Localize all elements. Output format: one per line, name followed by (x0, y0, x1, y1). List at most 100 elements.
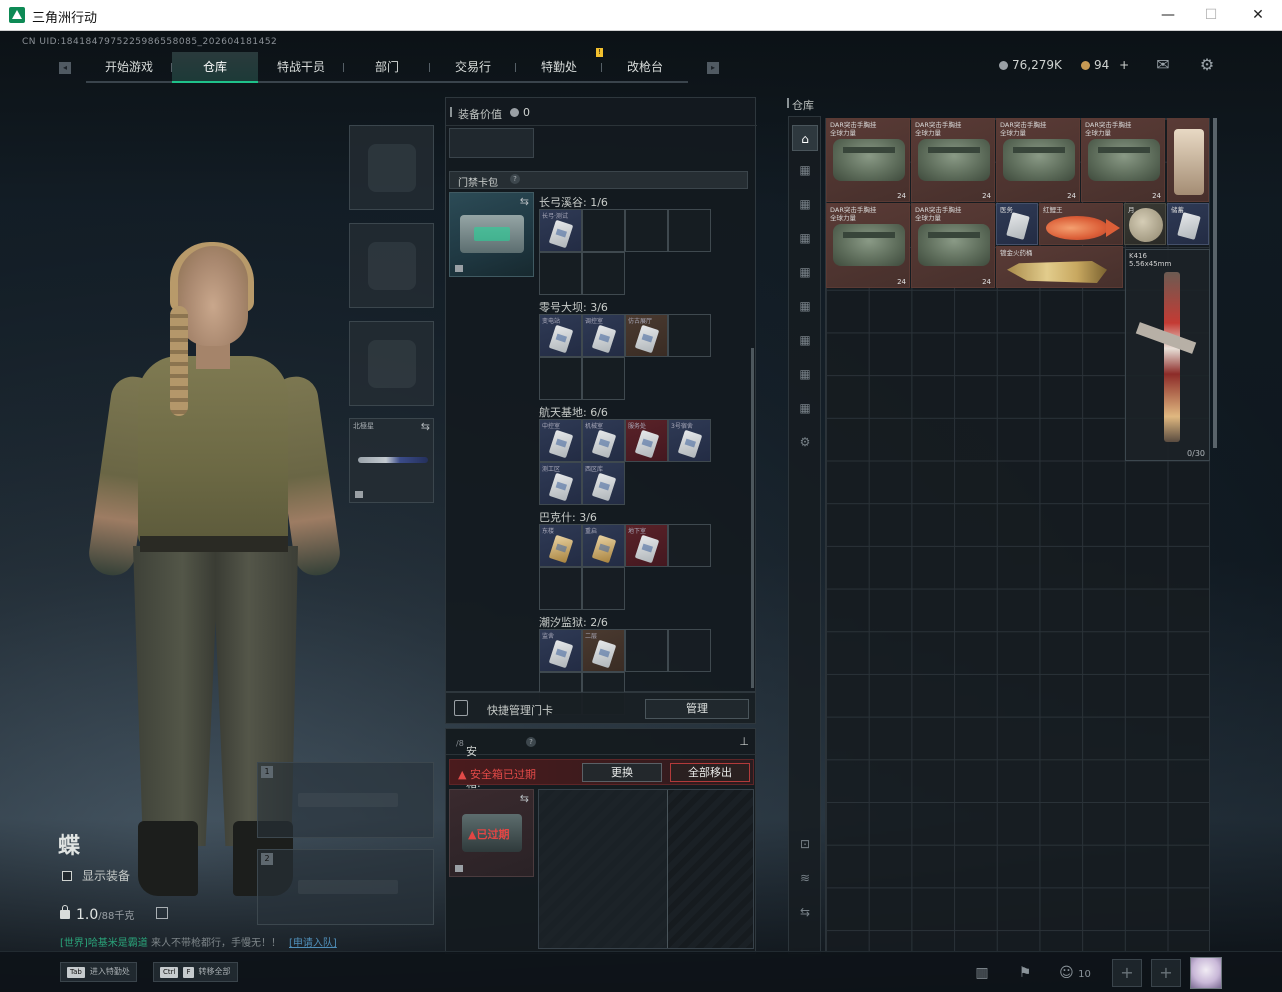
warehouse-item-fish[interactable]: 红鲤王 (1039, 203, 1123, 245)
keycard-empty-slot[interactable] (668, 314, 711, 357)
mail-icon[interactable]: ✉ (1153, 56, 1173, 74)
warehouse-item-card2[interactable]: 储蓄 (1167, 203, 1209, 245)
keycard-empty-slot[interactable] (582, 567, 625, 610)
pin-icon[interactable]: ⊥ (739, 735, 749, 748)
keycard-empty-slot[interactable] (668, 209, 711, 252)
hint-special-ops[interactable]: Tab 进入特勤处 (60, 962, 137, 982)
checkbox-icon[interactable] (62, 871, 72, 881)
warehouse-item-chest-rig[interactable]: DAR突击手胸挂 全球力量 24 (996, 118, 1080, 202)
helmet-slot[interactable] (349, 125, 434, 210)
warehouse-tab[interactable]: ▦ (792, 361, 818, 387)
keycard-item[interactable]: 3号宿舍 (668, 419, 711, 462)
warehouse-tab[interactable]: ▦ (792, 225, 818, 251)
add-currency-button[interactable]: + (1119, 58, 1129, 72)
keycard-item[interactable]: 服务处 (625, 419, 668, 462)
warehouse-item-moon[interactable]: 月 (1124, 203, 1166, 245)
tab-gunsmith[interactable]: 改枪台 (602, 52, 688, 83)
nav-prev-icon[interactable]: ◂ (59, 62, 71, 74)
warehouse-item-chest-rig[interactable]: DAR突击手胸挂 全球力量 24 (826, 203, 910, 288)
warehouse-tab[interactable]: ▦ (792, 157, 818, 183)
hint-transfer-all[interactable]: Ctrl F 转移全部 (153, 962, 238, 982)
keycard-item[interactable]: 机械室 (582, 419, 625, 462)
keycard-empty-slot[interactable] (625, 629, 668, 672)
warehouse-tab-all[interactable]: ⌂ (792, 125, 818, 151)
flag-icon[interactable]: ⚑ (1010, 962, 1040, 984)
warehouse-item-card[interactable]: 医务 (996, 203, 1038, 245)
warehouse-item-rifle[interactable]: K416 5.56x45mm 0/30 (1125, 249, 1210, 461)
gear-icon[interactable]: ⚙ (1197, 56, 1217, 74)
warehouse-tab[interactable]: ▦ (792, 327, 818, 353)
avatar[interactable] (1190, 957, 1222, 989)
warehouse-tab[interactable]: ≋ (792, 865, 818, 891)
warehouse-tab[interactable]: ▦ (792, 293, 818, 319)
keycard-item[interactable]: 测工区 (539, 462, 582, 505)
keycard-item[interactable]: 二层 (582, 629, 625, 672)
keycard-empty-slot[interactable] (668, 524, 711, 567)
warehouse-tab[interactable]: ▦ (792, 395, 818, 421)
warehouse-item-chest-rig[interactable]: DAR突击手胸挂 全球力量 24 (911, 118, 995, 202)
stats-icon[interactable]: ▥ (967, 962, 997, 984)
add-teammate-button[interactable]: + (1112, 959, 1142, 987)
keycard-empty-slot[interactable] (582, 252, 625, 295)
tab-start-game[interactable]: 开始游戏 (86, 52, 172, 83)
keycard-item[interactable]: 地下室 (625, 524, 668, 567)
keycard-bag-item[interactable]: ⇆ (449, 192, 534, 277)
warehouse-scrollbar[interactable] (1213, 118, 1217, 448)
safe-box-item[interactable]: ▲已过期 ⇆ (449, 789, 534, 877)
tab-special-ops[interactable]: 特勤处 (516, 52, 602, 83)
keycard-item[interactable]: 调控室 (582, 314, 625, 357)
melee-slot[interactable]: 北極星 ⇆ (349, 418, 434, 503)
swap-icon[interactable]: ⇆ (520, 195, 529, 208)
nav-next-icon[interactable]: ▸ (707, 62, 719, 74)
warehouse-tab[interactable]: ⚙ (792, 429, 818, 455)
warehouse-item-trophy[interactable] (1167, 118, 1209, 202)
keycard-item[interactable]: 东楼 (539, 524, 582, 567)
help-icon[interactable]: ? (510, 174, 520, 184)
manage-button[interactable]: 管理 (645, 699, 749, 719)
keycard-item[interactable]: 监舍 (539, 629, 582, 672)
warehouse-item-gold-gun[interactable]: 镀金火药桶 (996, 246, 1123, 288)
show-equipment-toggle[interactable]: 显示装备 (62, 867, 130, 884)
replace-button[interactable]: 更换 (582, 763, 662, 782)
tab-trade[interactable]: 交易行 (430, 52, 516, 83)
keycard-empty-slot[interactable] (582, 357, 625, 400)
swap-icon[interactable]: ⇆ (421, 420, 430, 433)
move-all-button[interactable]: 全部移出 (670, 763, 750, 782)
swap-icon[interactable]: ⇆ (520, 792, 529, 805)
warehouse-item-chest-rig[interactable]: DAR突击手胸挂 全球力量 24 (1081, 118, 1165, 202)
keycard-item[interactable]: 仿古展厅 (625, 314, 668, 357)
keycard-item[interactable]: 西区库 (582, 462, 625, 505)
warehouse-item-chest-rig[interactable]: DAR突击手胸挂 全球力量 24 (826, 118, 910, 202)
tab-operators[interactable]: 特战干员 (258, 52, 344, 83)
keycard-item[interactable]: 长弓·测试 (539, 209, 582, 252)
keycard-empty-slot[interactable] (539, 357, 582, 400)
close-button[interactable]: ✕ (1247, 5, 1269, 25)
warehouse-tab[interactable]: ⊡ (792, 831, 818, 857)
primary-weapon-slot[interactable]: 1 (257, 762, 434, 838)
keycard-item[interactable]: 重启 (582, 524, 625, 567)
pistol-slot[interactable] (349, 321, 434, 406)
tab-department[interactable]: 部门 (344, 52, 430, 83)
warehouse-tab[interactable]: ▦ (792, 191, 818, 217)
add-teammate-button[interactable]: + (1151, 959, 1181, 987)
keycard-empty-slot[interactable] (539, 252, 582, 295)
keycard-empty-slot[interactable] (582, 209, 625, 252)
safe-box-grid[interactable] (538, 789, 754, 949)
friends-button[interactable]: ☺ 10 (1055, 962, 1095, 984)
backpack-slot[interactable] (449, 128, 534, 158)
keycard-empty-slot[interactable] (668, 629, 711, 672)
keycard-empty-slot[interactable] (625, 209, 668, 252)
warehouse-tab[interactable]: ▦ (792, 259, 818, 285)
keycard-item[interactable]: 中控室 (539, 419, 582, 462)
join-team-link[interactable]: [申请入队] (289, 938, 337, 949)
warehouse-item-chest-rig[interactable]: DAR突击手胸挂 全球力量 24 (911, 203, 995, 288)
minimize-button[interactable]: — (1157, 5, 1179, 25)
maximize-button[interactable]: ☐ (1200, 5, 1222, 25)
secondary-weapon-slot[interactable]: 2 (257, 849, 434, 925)
armor-slot[interactable] (349, 223, 434, 308)
warehouse-tab[interactable]: ⇆ (792, 899, 818, 925)
keycard-empty-slot[interactable] (539, 567, 582, 610)
tab-warehouse[interactable]: 仓库 (172, 52, 258, 83)
scrollbar[interactable] (751, 348, 754, 688)
help-icon[interactable]: ? (526, 737, 536, 747)
